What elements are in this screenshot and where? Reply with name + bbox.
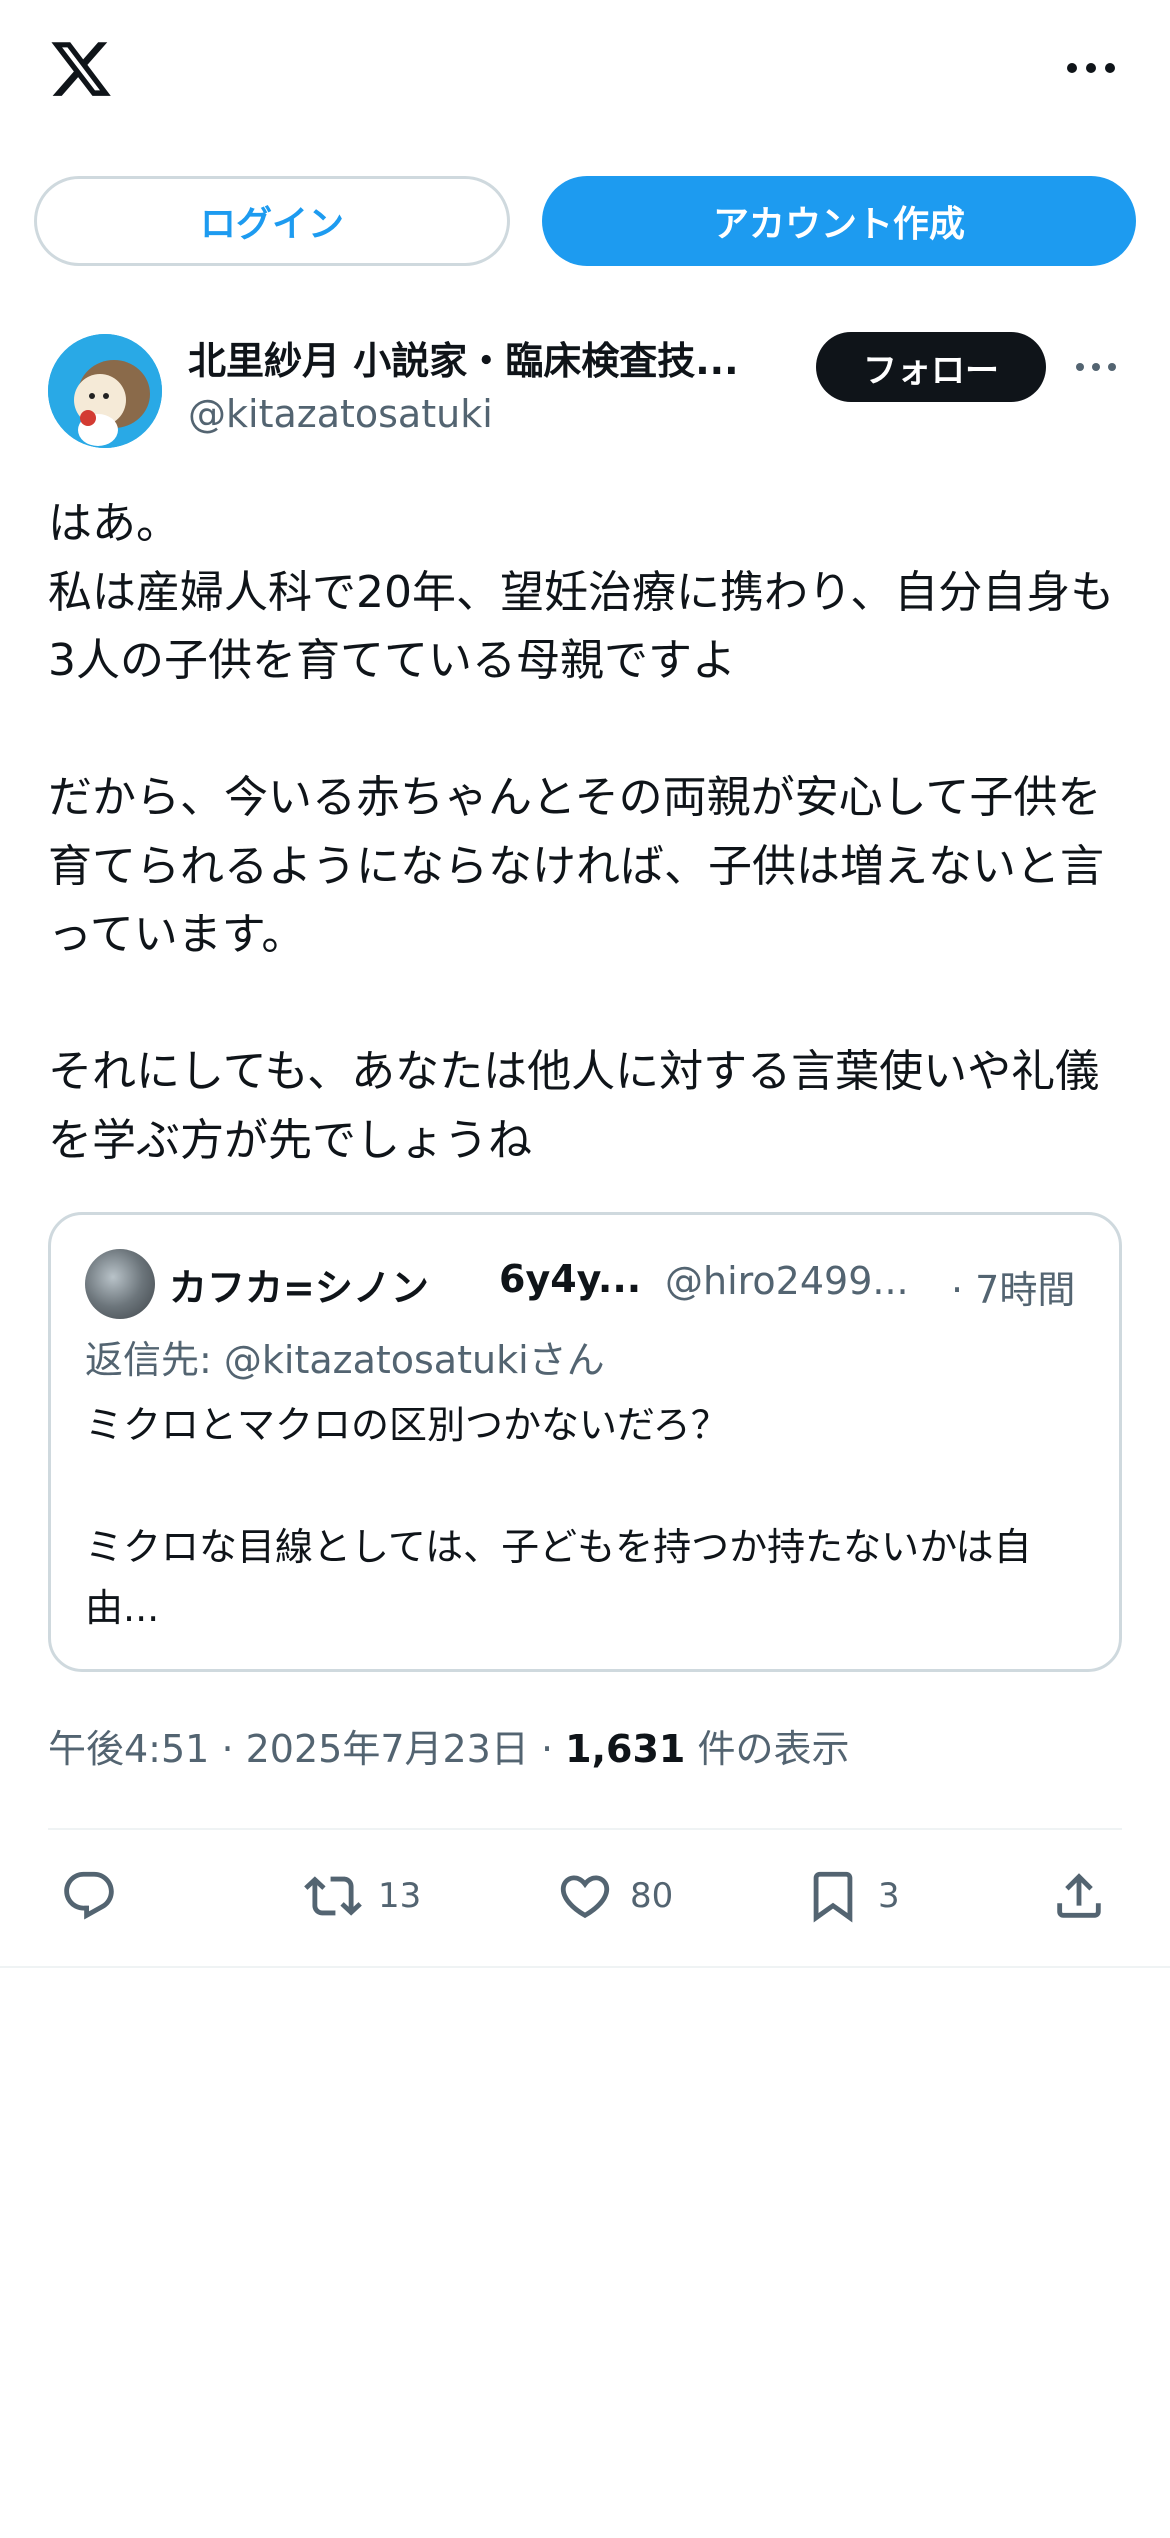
share-icon: [1057, 1873, 1101, 1918]
more-horizontal-icon[interactable]: [1066, 56, 1116, 80]
reply-icon: [64, 1871, 114, 1920]
meta-separator: ·: [540, 1727, 554, 1771]
bookmark-count: 3: [878, 1876, 900, 1916]
retweet-count: 13: [378, 1876, 422, 1916]
create-account-button[interactable]: アカウント作成: [542, 176, 1136, 266]
reply-button[interactable]: [60, 1866, 118, 1926]
quote-display-name: カフカ=シノン: [169, 1266, 429, 1310]
divider: [0, 1966, 1170, 1968]
quote-display-name-suffix: 6y4y...: [499, 1257, 642, 1301]
quote-time: · 7時間: [951, 1268, 1076, 1312]
views-label: 件の表示: [697, 1727, 850, 1771]
like-button[interactable]: 80: [556, 1866, 673, 1926]
x-logo-icon[interactable]: [48, 36, 114, 102]
divider: [48, 1828, 1122, 1830]
bookmark-button[interactable]: 3: [804, 1866, 900, 1926]
heart-icon: [560, 1875, 610, 1919]
tweet-date[interactable]: 2025年7月23日: [246, 1727, 529, 1771]
tweet-more-icon[interactable]: [1075, 358, 1117, 376]
top-bar: [0, 0, 1170, 150]
quote-handle: @hiro2499...: [665, 1259, 909, 1303]
user-handle[interactable]: @kitazatosatuki: [188, 392, 493, 436]
bookmark-icon: [813, 1871, 853, 1923]
retweet-button[interactable]: 13: [304, 1866, 421, 1926]
quote-text: ミクロとマクロの区別つかないだろ？ ミクロな目線としては、子どもを持つか持たない…: [85, 1403, 1032, 1630]
display-name[interactable]: 北里紗月 小説家・臨床検査技...: [188, 330, 788, 385]
retweet-icon: [304, 1876, 362, 1916]
tweet-text: はあ。 私は産婦人科で20年、望妊治療に携わり、自分自身も3人の子供を育てている…: [48, 498, 1115, 1166]
views-count: 1,631: [565, 1727, 686, 1771]
avatar[interactable]: [48, 334, 162, 448]
meta-separator: ·: [221, 1727, 234, 1771]
tweet-time[interactable]: 午後4:51: [48, 1727, 209, 1771]
quote-reply-to: 返信先: @kitazatosatukiさん: [85, 1338, 605, 1382]
follow-button[interactable]: フォロー: [816, 332, 1046, 402]
hedgehog-avatar-icon: [48, 334, 162, 448]
share-button[interactable]: [1050, 1866, 1108, 1926]
tweet-meta: 午後4:51 · 2025年7月23日 · 1,631 件の表示: [48, 1718, 849, 1773]
login-button[interactable]: ログイン: [34, 176, 510, 266]
quoted-tweet[interactable]: カフカ=シノン 6y4y... @hiro2499... · 7時間 返信先: …: [48, 1212, 1122, 1672]
quote-avatar[interactable]: [85, 1249, 155, 1319]
like-count: 80: [630, 1876, 674, 1916]
